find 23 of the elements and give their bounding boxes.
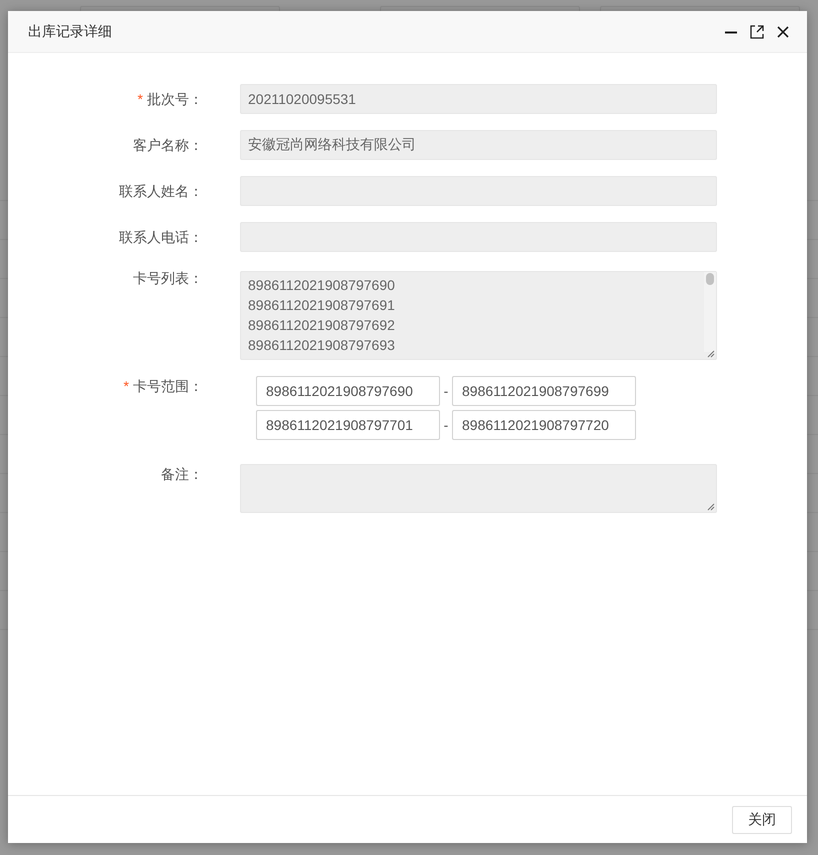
field-label: 卡号列表： <box>133 269 203 288</box>
required-mark: * <box>138 90 143 108</box>
range-start-field[interactable]: 8986112021908797690 <box>256 376 440 406</box>
field-label: 卡号范围： <box>133 377 203 396</box>
card-number: 8986112021908797693 <box>248 336 395 355</box>
field-label: 客户名称： <box>133 136 203 154</box>
card-number: 8986112021908797691 <box>248 296 395 315</box>
dialog-title: 出库记录详细 <box>28 22 112 41</box>
maximize-icon[interactable] <box>749 24 765 40</box>
card-number: 8986112021908797690 <box>248 276 395 295</box>
range-end-field[interactable]: 8986112021908797720 <box>452 410 636 440</box>
field-label: 批次号： <box>147 90 203 108</box>
card-number: 8986112021908797692 <box>248 316 395 335</box>
field-label: 联系人姓名： <box>119 182 203 200</box>
close-icon[interactable] <box>775 24 791 40</box>
range-end-field[interactable]: 8986112021908797699 <box>452 376 636 406</box>
range-start-field[interactable]: 8986112021908797701 <box>256 410 440 440</box>
range-separator: - <box>442 382 450 400</box>
field-label: 备注： <box>161 465 203 484</box>
range-separator: - <box>442 416 450 434</box>
close-button[interactable]: 关闭 <box>732 806 792 834</box>
required-mark: * <box>124 377 129 396</box>
field-label: 联系人电话： <box>119 228 203 246</box>
